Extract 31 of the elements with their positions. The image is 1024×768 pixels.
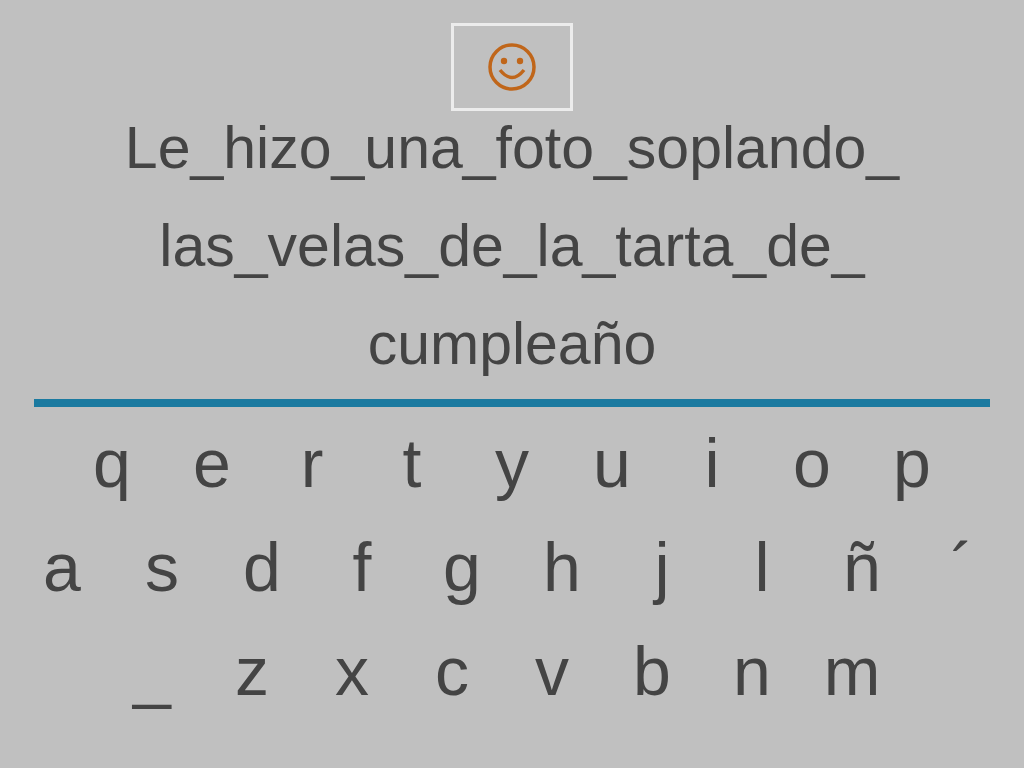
letter-key[interactable]: n (702, 619, 802, 723)
sentence-text: cumpleaño (367, 311, 657, 377)
letter-key[interactable]: u (562, 411, 662, 515)
letter-key[interactable]: e (162, 411, 262, 515)
letter-key[interactable]: g (412, 515, 512, 619)
sentence-text: las_velas_de_la_tarta_de_ (159, 213, 865, 279)
letter-key[interactable]: h (512, 515, 612, 619)
letter-key[interactable]: ñ (812, 515, 912, 619)
letter-key[interactable]: o (762, 411, 862, 515)
letter-key[interactable]: a (12, 515, 112, 619)
letter-key[interactable]: f (312, 515, 412, 619)
smiley-icon (486, 41, 538, 93)
letter-key[interactable]: y (462, 411, 562, 515)
letter-key[interactable]: z (202, 619, 302, 723)
letter-key[interactable]: b (602, 619, 702, 723)
letter-key[interactable]: l (712, 515, 812, 619)
letter-key[interactable]: t (362, 411, 462, 515)
sentence-text: Le_hizo_una_foto_soplando_ (124, 115, 900, 181)
letter-key[interactable]: r (262, 411, 362, 515)
letter-key[interactable]: p (862, 411, 962, 515)
letter-key[interactable]: c (402, 619, 502, 723)
letter-key[interactable]: x (302, 619, 402, 723)
letter-key[interactable]: v (502, 619, 602, 723)
letter-key[interactable]: s (112, 515, 212, 619)
letter-key[interactable]: j (612, 515, 712, 619)
letter-key[interactable]: m (802, 619, 902, 723)
letter-key[interactable]: i (662, 411, 762, 515)
letter-key[interactable]: _ (102, 619, 202, 723)
letter-key[interactable]: ´ (912, 515, 1012, 619)
letter-key[interactable]: q (62, 411, 162, 515)
letter-key[interactable]: d (212, 515, 312, 619)
